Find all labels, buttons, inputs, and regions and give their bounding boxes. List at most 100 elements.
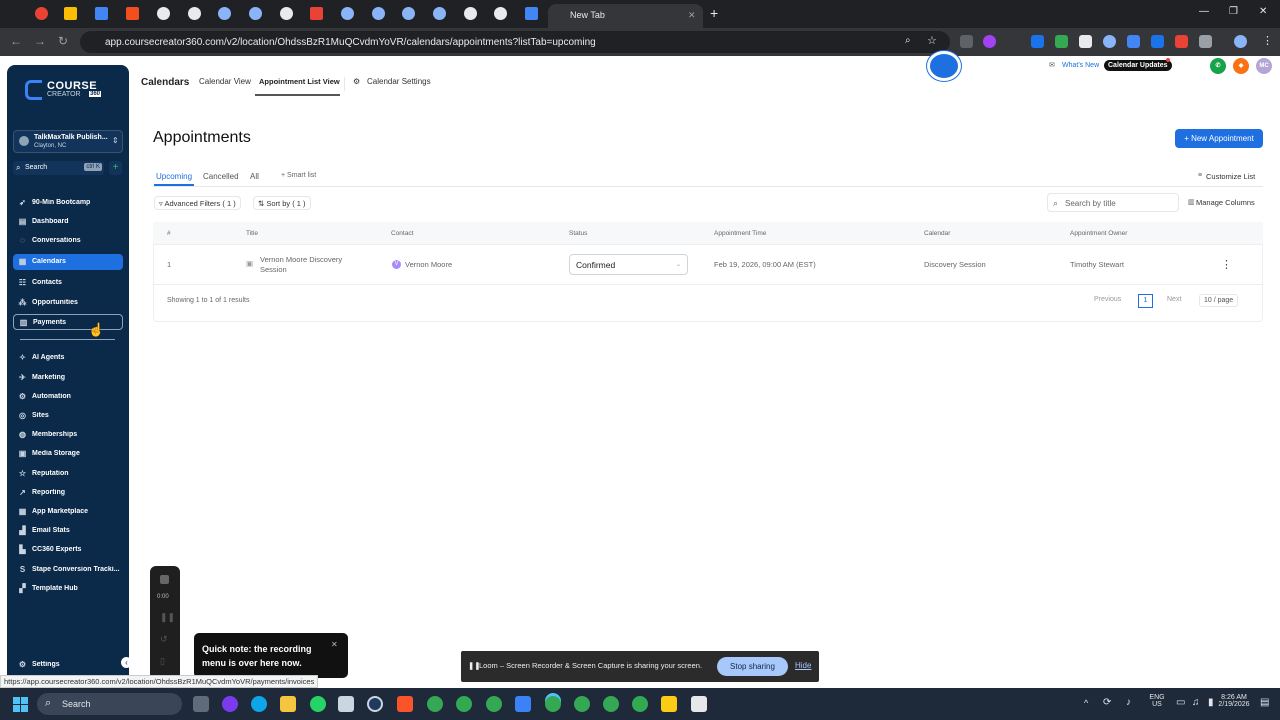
calendar-settings-link[interactable]: Calendar Settings	[367, 77, 431, 86]
tab-favicon[interactable]	[433, 7, 446, 20]
sidebar-item-90-min-bootcamp[interactable]: ➶ 90-Min Bootcamp	[13, 195, 123, 211]
sidebar-item-memberships[interactable]: ◍ Memberships	[13, 427, 123, 443]
docs-icon[interactable]	[515, 696, 531, 712]
extension-icon[interactable]	[1127, 35, 1140, 48]
tab-favicon[interactable]	[341, 7, 354, 20]
extension-icon[interactable]	[983, 35, 996, 48]
restart-icon[interactable]: ↺	[160, 634, 168, 645]
input-language[interactable]: ENG US	[1147, 694, 1167, 708]
tab-favicon[interactable]	[218, 7, 231, 20]
bell-icon[interactable]: ◆	[1233, 58, 1249, 74]
sticky-notes-icon[interactable]	[661, 696, 677, 712]
search-input[interactable]: ⌕ Search by title	[1047, 193, 1179, 212]
tab-cancelled[interactable]: Cancelled	[203, 172, 239, 181]
chrome-icon[interactable]	[574, 696, 590, 712]
windows-start-icon[interactable]	[13, 697, 28, 712]
tab-favicon[interactable]	[64, 7, 77, 20]
logo[interactable]: COURSE CREATOR 360	[25, 80, 105, 100]
file-explorer-icon[interactable]	[280, 696, 296, 712]
docs-icon[interactable]	[525, 7, 538, 20]
tab-favicon[interactable]	[188, 7, 201, 20]
extension-icon[interactable]	[1079, 35, 1092, 48]
phone-icon[interactable]: ✆	[1210, 58, 1226, 74]
pager-current-page[interactable]: 1	[1138, 294, 1153, 308]
sidebar-item-sites[interactable]: ◎ Sites	[13, 408, 123, 424]
close-window-icon[interactable]: ✕	[1259, 6, 1267, 17]
task-view-icon[interactable]	[193, 696, 209, 712]
sidebar-item-settings[interactable]: ⚙ Settings	[13, 657, 123, 673]
profile-avatar[interactable]	[1234, 35, 1247, 48]
chevron-up-icon[interactable]: ^	[1084, 698, 1088, 708]
quick-add-button[interactable]: +	[109, 161, 122, 175]
sidebar-item-conversations[interactable]: ◌ Conversations	[13, 233, 123, 249]
extensions-puzzle-icon[interactable]	[1199, 35, 1212, 48]
contact-name[interactable]: Vernon Moore	[405, 260, 452, 269]
edge-icon[interactable]	[251, 696, 267, 712]
calendar-updates-badge[interactable]: Calendar Updates	[1104, 60, 1172, 71]
sort-button[interactable]: ⇅ Sort by ( 1 )	[253, 196, 311, 210]
tab-new-tab[interactable]: New Tab ✕	[548, 4, 703, 28]
url-field[interactable]: app.coursecreator360.com/v2/location/Ohd…	[80, 31, 950, 53]
brave-icon[interactable]	[397, 696, 413, 712]
chrome-icon[interactable]	[427, 696, 443, 712]
pager-next[interactable]: Next	[1167, 296, 1181, 303]
appointment-title[interactable]: Session	[260, 265, 287, 274]
sidebar-item-calendars[interactable]: ▦ Calendars	[13, 254, 123, 270]
notifications-icon[interactable]: ▤	[1260, 697, 1269, 708]
close-icon[interactable]: ✕	[688, 10, 696, 21]
chrome-icon[interactable]	[456, 696, 472, 712]
clock[interactable]: 8:26 AM 2/19/2026	[1213, 694, 1255, 708]
chrome-icon[interactable]	[486, 696, 502, 712]
forward-icon[interactable]: →	[34, 34, 46, 48]
sidebar-item-reporting[interactable]: ↗ Reporting	[13, 485, 123, 501]
extension-icon[interactable]	[1055, 35, 1068, 48]
tab-favicon[interactable]	[494, 7, 507, 20]
tab-all[interactable]: All	[250, 172, 259, 181]
extension-icon[interactable]	[1103, 35, 1116, 48]
stop-sharing-button[interactable]: Stop sharing	[717, 657, 788, 676]
tab-favicon[interactable]	[157, 7, 170, 20]
appointment-title[interactable]: Vernon Moore Discovery	[260, 255, 342, 264]
chrome-icon[interactable]	[545, 696, 561, 712]
status-select[interactable]: Confirmed ⌄	[569, 254, 688, 275]
extension-icon[interactable]	[1151, 35, 1164, 48]
back-icon[interactable]: ←	[10, 34, 22, 48]
taskbar-search[interactable]: ⌕ Search	[37, 693, 182, 715]
sidebar-item-opportunities[interactable]: ⁂ Opportunities	[13, 295, 123, 311]
tab-calendar-view[interactable]: Calendar View	[199, 77, 251, 86]
smart-list-button[interactable]: + Smart list	[281, 172, 316, 179]
per-page-select[interactable]: 10 / page	[1199, 294, 1239, 307]
sync-icon[interactable]: ⟳	[1103, 697, 1111, 708]
sidebar-item-stape-conversion-tracki[interactable]: S Stape Conversion Tracki...	[13, 562, 123, 578]
chrome-icon[interactable]	[632, 696, 648, 712]
network-icon[interactable]: ▭	[1176, 697, 1185, 708]
tab-upcoming[interactable]: Upcoming	[156, 172, 192, 181]
trash-icon[interactable]: ▯	[160, 656, 165, 667]
new-tab-icon[interactable]: +	[710, 5, 718, 21]
collapse-sidebar-icon[interactable]: ‹	[121, 657, 132, 668]
sidebar-item-reputation[interactable]: ☆ Reputation	[13, 466, 123, 482]
tab-favicon[interactable]	[402, 7, 415, 20]
sidebar-item-contacts[interactable]: ☷ Contacts	[13, 275, 123, 291]
pager-previous[interactable]: Previous	[1094, 296, 1121, 303]
volume-icon[interactable]: ♫	[1192, 697, 1200, 708]
chrome-icon[interactable]	[603, 696, 619, 712]
tab-appointment-list-view[interactable]: Appointment List View	[259, 77, 340, 86]
manage-columns-button[interactable]: Manage Columns	[1196, 198, 1255, 207]
more-options-icon[interactable]: ⋮	[1221, 258, 1232, 271]
extension-icon[interactable]	[1031, 35, 1044, 48]
sidebar-item-marketing[interactable]: ✈ Marketing	[13, 370, 123, 386]
sidebar-item-payments[interactable]: ▥ Payments	[13, 314, 123, 330]
calculator-icon[interactable]	[691, 696, 707, 712]
extension-icon[interactable]	[1175, 35, 1188, 48]
advanced-filters-button[interactable]: ▿ Advanced Filters ( 1 )	[154, 196, 241, 210]
sidebar-item-template-hub[interactable]: ▞ Template Hub	[13, 581, 123, 597]
avatar[interactable]: MC	[1256, 58, 1272, 74]
copilot-icon[interactable]	[222, 696, 238, 712]
support-widget-icon[interactable]	[927, 51, 961, 81]
customize-list-button[interactable]: Customize List	[1206, 172, 1255, 181]
account-switcher[interactable]: TalkMaxTalk Publish... Clayton, NC ⇕	[13, 130, 123, 153]
microphone-icon[interactable]: ♪	[1126, 697, 1131, 708]
app-icon[interactable]	[338, 696, 354, 712]
sidebar-item-cc360-experts[interactable]: ▙ CC360 Experts	[13, 542, 123, 558]
